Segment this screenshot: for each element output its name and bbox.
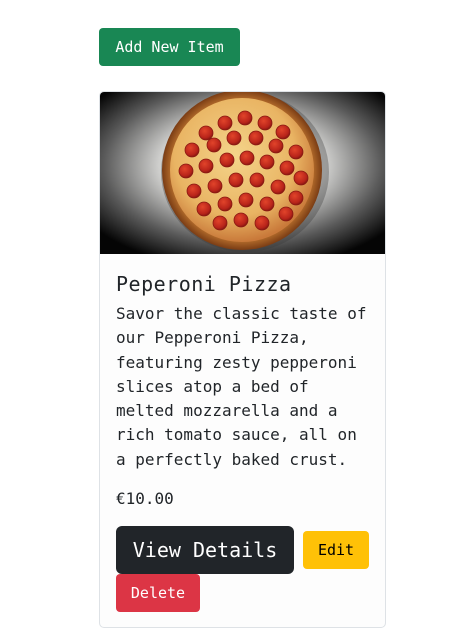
- card-title: Peperoni Pizza: [116, 272, 292, 296]
- add-new-item-button[interactable]: Add New Item: [99, 28, 240, 66]
- pizza-image: [100, 92, 385, 254]
- product-card: Peperoni Pizza Savor the classic taste o…: [99, 91, 386, 628]
- delete-button[interactable]: Delete: [116, 574, 200, 612]
- edit-button[interactable]: Edit: [303, 531, 369, 569]
- card-description: Savor the classic taste of our Pepperoni…: [116, 304, 367, 469]
- card-price: €10.00: [116, 489, 174, 508]
- view-details-button[interactable]: View Details: [116, 526, 294, 574]
